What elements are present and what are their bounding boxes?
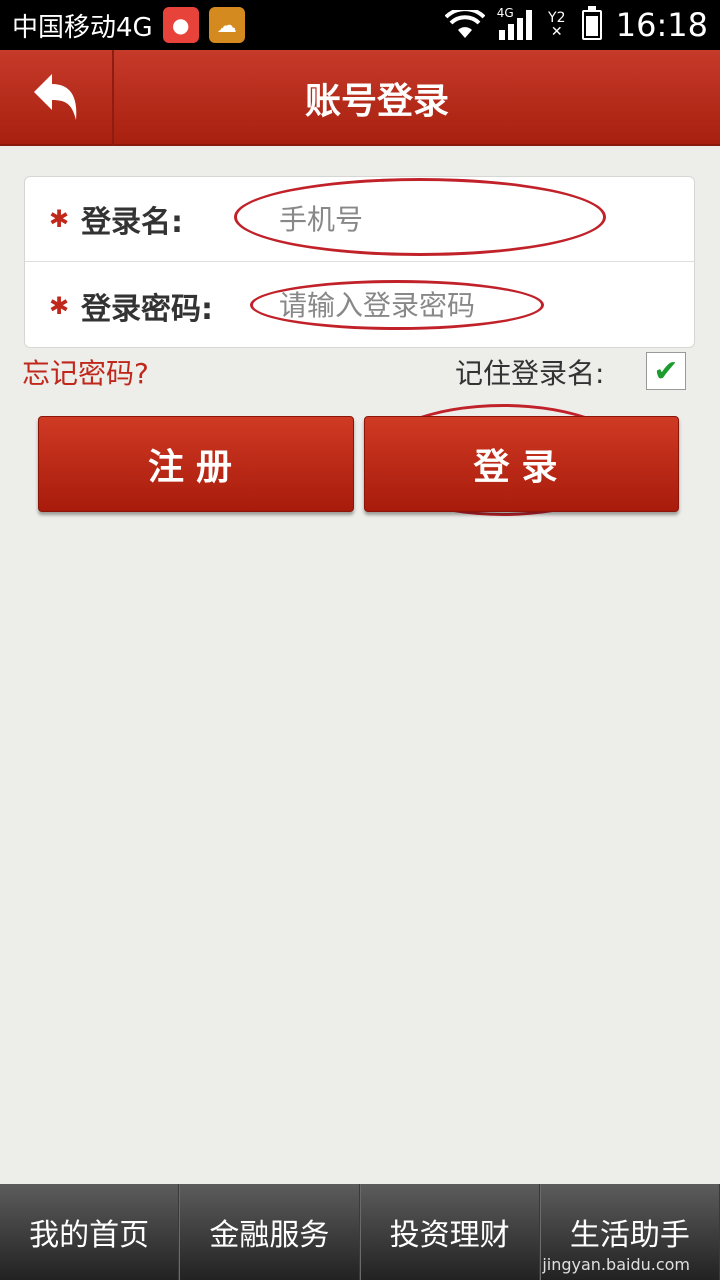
remember-username-label: 记住登录名:	[455, 357, 605, 390]
login-button[interactable]: 登录	[364, 416, 679, 512]
watermark-text: jingyan.baidu.com	[542, 1255, 690, 1274]
nav-item-home[interactable]: 我的首页	[0, 1184, 180, 1280]
app-notification-icon: ☁	[208, 7, 245, 43]
username-label: 登录名:	[81, 205, 183, 240]
required-star-icon: ✱	[49, 291, 70, 320]
carrier-name: 中国移动4G	[12, 12, 153, 43]
page-title: 账号登录	[304, 81, 449, 122]
back-arrow-icon	[34, 74, 77, 120]
password-label: 登录密码:	[81, 291, 213, 327]
battery-icon	[581, 6, 602, 40]
wechat-notification-icon: ●	[162, 7, 199, 43]
required-star-icon: ✱	[49, 205, 70, 233]
sim2-label: Y2	[548, 10, 566, 26]
password-input[interactable]	[279, 280, 579, 330]
status-bar: 中国移动4G ● ☁ 4G Y2 ✕ 16:18	[0, 0, 720, 50]
network-type-label: 4G	[496, 6, 514, 20]
signal-strength-icon: 4G	[497, 6, 532, 40]
checkmark-icon: ✔	[653, 353, 679, 389]
nav-item-finance-services[interactable]: 金融服务	[179, 1184, 360, 1280]
status-clock: 16:18	[615, 6, 708, 44]
wifi-icon	[444, 10, 485, 38]
remember-username-checkbox[interactable]: ✔	[646, 352, 686, 390]
register-button[interactable]: 注册	[38, 416, 354, 512]
back-button[interactable]	[0, 50, 114, 146]
login-form: ✱ 登录名: ✱ 登录密码:	[24, 176, 695, 348]
username-input[interactable]	[279, 194, 619, 244]
username-row: ✱ 登录名:	[25, 177, 694, 262]
password-row: ✱ 登录密码:	[25, 263, 694, 348]
sim2-signal-icon: Y2 ✕	[546, 11, 568, 39]
bottom-navigation: 我的首页 金融服务 投资理财 生活助手 jingyan.baidu.com	[0, 1184, 720, 1280]
forgot-password-link[interactable]: 忘记密码?	[22, 352, 149, 392]
title-bar: 账号登录	[0, 50, 720, 146]
nav-item-investment[interactable]: 投资理财	[359, 1184, 540, 1280]
